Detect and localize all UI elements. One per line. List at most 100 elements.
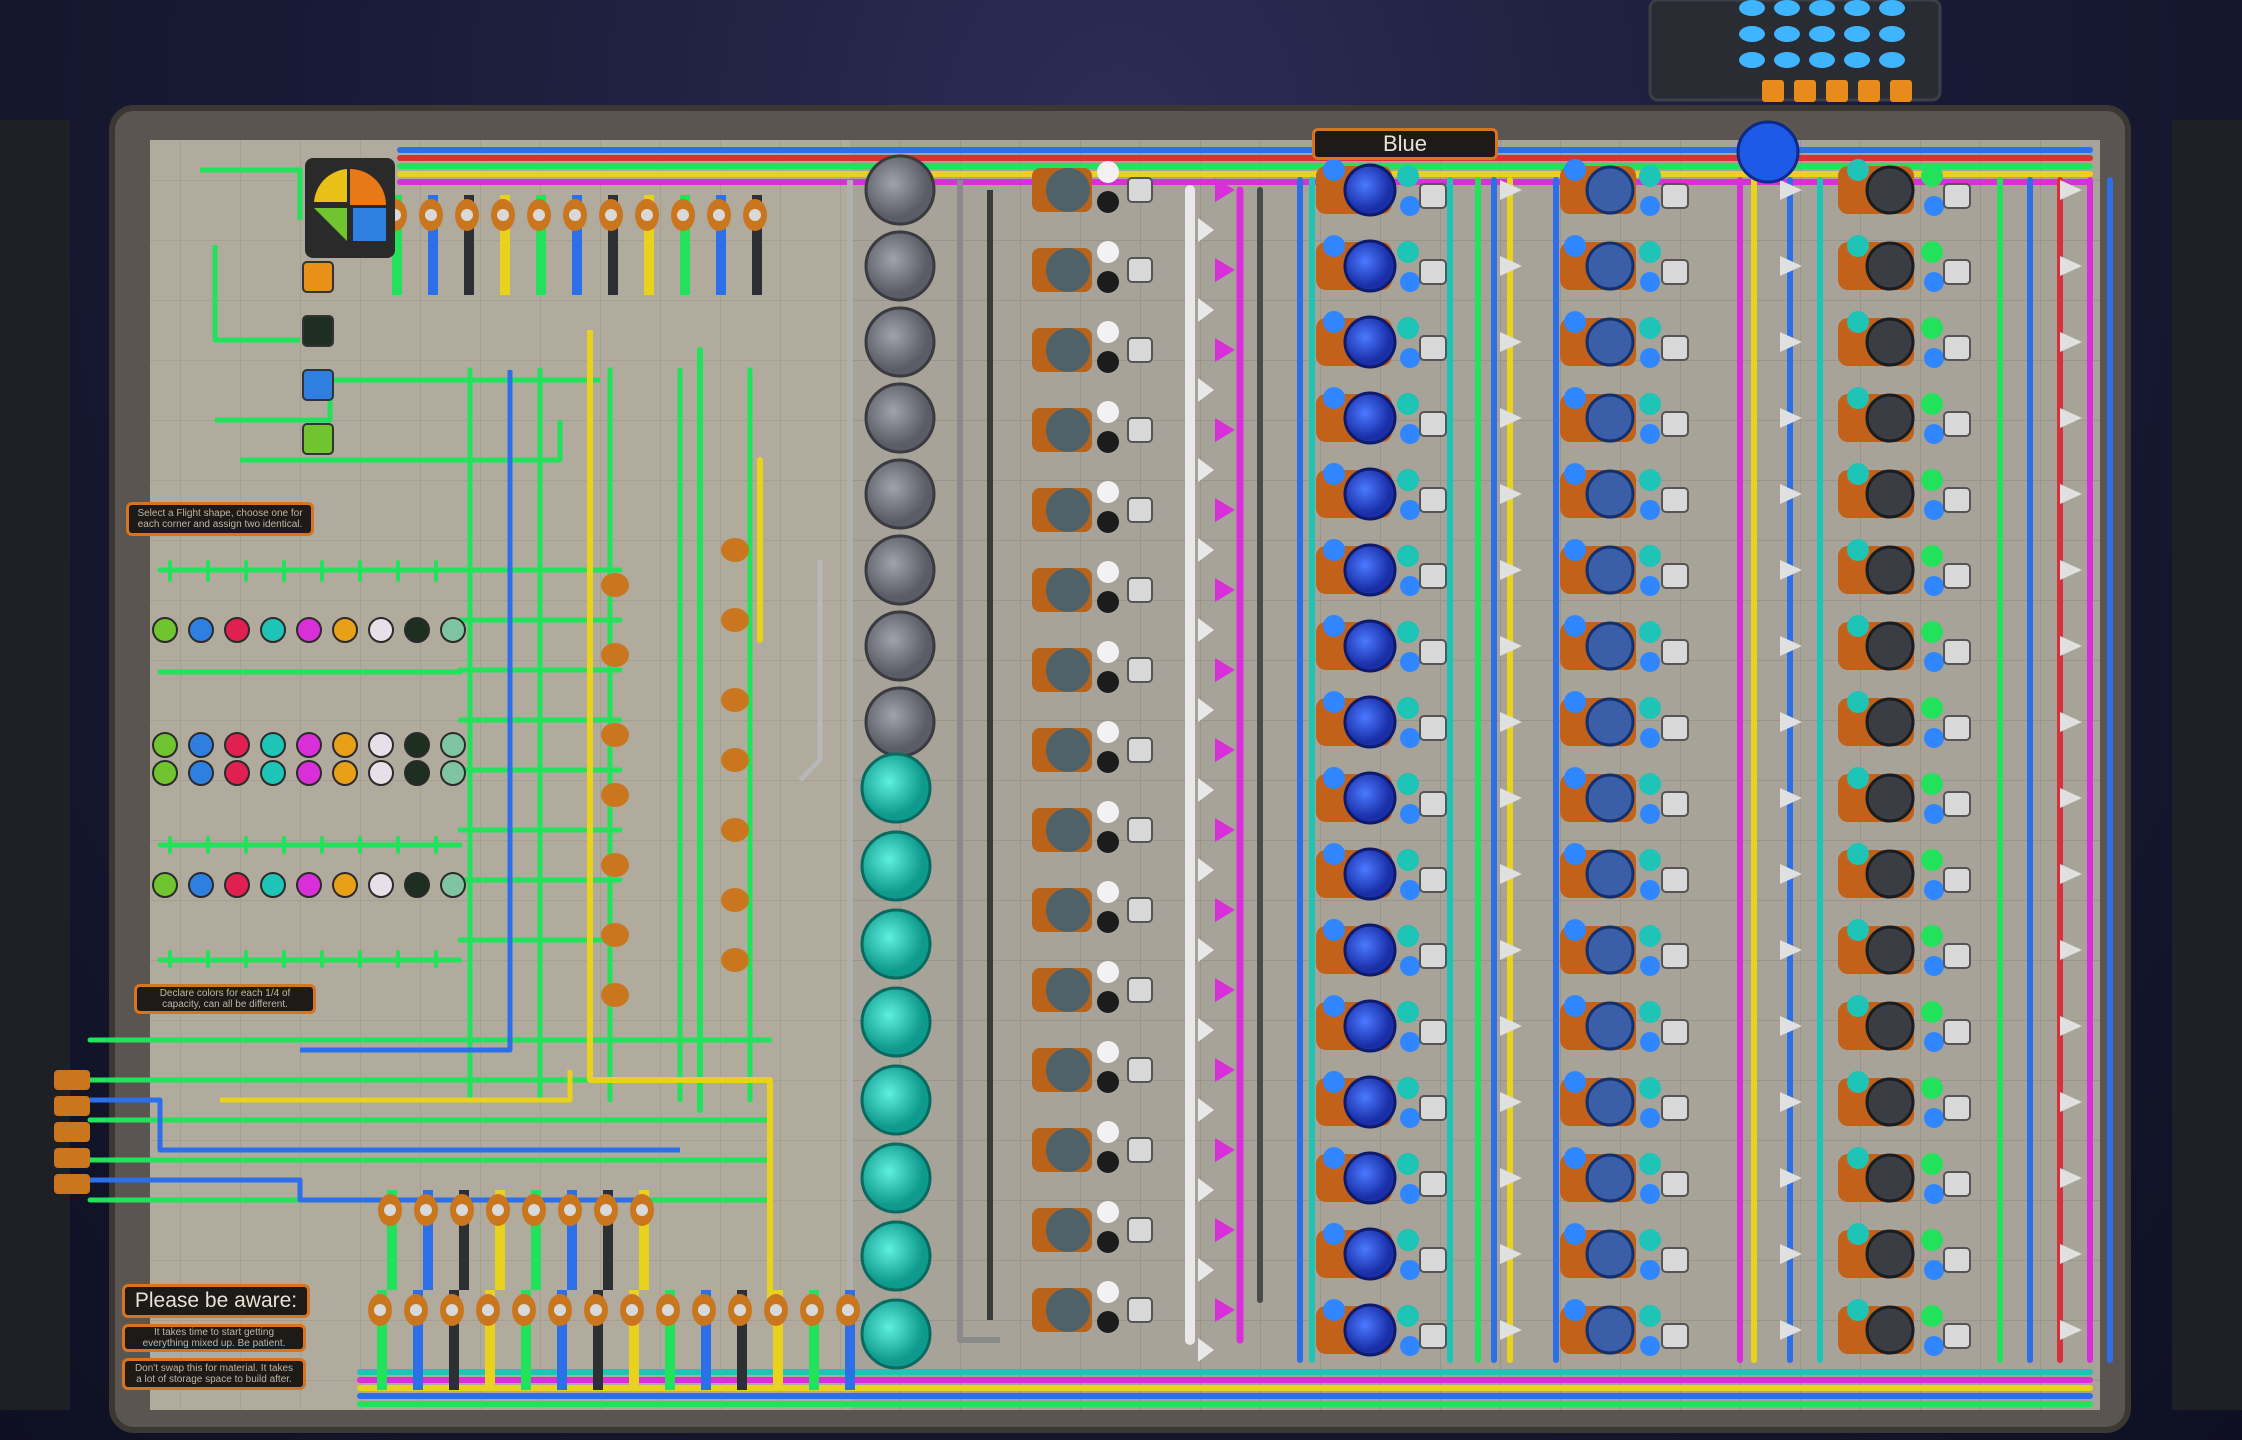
mixer-port	[1640, 1336, 1660, 1356]
mixer-core	[1046, 1288, 1090, 1332]
mixer-port	[1921, 165, 1943, 187]
splitter-gauge	[564, 1204, 576, 1216]
mixer-port	[1847, 843, 1869, 865]
shape-preview	[305, 158, 395, 258]
mixer-port	[1400, 1260, 1420, 1280]
filter-unit	[1943, 563, 1971, 589]
mixer-core	[1585, 1001, 1635, 1051]
splitter-gauge	[410, 1304, 422, 1316]
filter-unit	[1943, 639, 1971, 665]
splitter-gauge	[749, 209, 761, 221]
mixer-port	[1640, 956, 1660, 976]
mixer-port	[1397, 773, 1419, 795]
mixer-port	[1924, 272, 1944, 292]
mixer-core	[1343, 999, 1397, 1053]
filter-unit	[1661, 1247, 1689, 1273]
filter-unit	[1419, 791, 1447, 817]
color-swatch	[302, 261, 334, 293]
mixer-port	[1924, 196, 1944, 216]
splitter-gauge	[590, 1304, 602, 1316]
mixer-core	[1046, 408, 1090, 452]
mixer-core	[1865, 241, 1915, 291]
color-swatch	[302, 315, 334, 347]
mixer-port	[1397, 1153, 1419, 1175]
mixer-port	[1639, 469, 1661, 491]
mixer-port	[1639, 773, 1661, 795]
mixer-port	[1924, 348, 1944, 368]
mixer-core	[1046, 248, 1090, 292]
mixer-port	[1924, 652, 1944, 672]
indicator-light	[1844, 52, 1870, 68]
mixer-core	[1046, 488, 1090, 532]
mixer-core	[1865, 393, 1915, 443]
valve	[721, 948, 749, 972]
mixer-port	[1400, 1032, 1420, 1052]
paint-bulb	[404, 760, 430, 786]
output-port	[1890, 80, 1912, 102]
mixer-port	[1097, 1201, 1119, 1223]
mixer-port	[1097, 591, 1119, 613]
instruction-sign-middle-text: Declare colors for each 1/4 of capacity,…	[159, 988, 291, 1010]
splitter-gauge	[518, 1304, 530, 1316]
mixer-port	[1400, 652, 1420, 672]
filter-unit	[1943, 259, 1971, 285]
mixer-port	[1921, 1153, 1943, 1175]
filter-unit	[1419, 867, 1447, 893]
mixer-port	[1564, 767, 1586, 789]
mixer-port	[1397, 1305, 1419, 1327]
filter-unit	[1127, 337, 1153, 363]
inlet-port	[54, 1174, 90, 1194]
mixer-port	[1097, 991, 1119, 1013]
mixer-port	[1564, 235, 1586, 257]
mixer-port	[1323, 539, 1345, 561]
paint-bulb	[332, 872, 358, 898]
mixer-core	[1343, 619, 1397, 673]
color-swatch	[302, 369, 334, 401]
splitter-gauge	[698, 1304, 710, 1316]
mixer-port	[1097, 241, 1119, 263]
filter-unit	[1661, 715, 1689, 741]
mixer-port	[1400, 880, 1420, 900]
indicator-light	[1809, 0, 1835, 16]
indicator-light	[1739, 52, 1765, 68]
mixer-port	[1564, 843, 1586, 865]
filter-unit	[1127, 177, 1153, 203]
filter-unit	[1419, 1247, 1447, 1273]
mixer-port	[1397, 469, 1419, 491]
filter-unit	[1661, 259, 1689, 285]
splitter-gauge	[626, 1304, 638, 1316]
splitter-gauge	[533, 209, 545, 221]
indicator-light	[1774, 26, 1800, 42]
right-hull	[2172, 120, 2242, 1410]
filter-unit	[1127, 817, 1153, 843]
mixer-port	[1097, 961, 1119, 983]
filter-unit	[1661, 1095, 1689, 1121]
mixer-port	[1640, 196, 1660, 216]
indicator-light	[1774, 52, 1800, 68]
mixer-port	[1397, 621, 1419, 643]
paint-bulb	[224, 872, 250, 898]
mixer-port	[1323, 387, 1345, 409]
warning-note-2-text: Don't swap this for material. It takes a…	[134, 1363, 294, 1385]
mixer-port	[1400, 1108, 1420, 1128]
mixer-port	[1097, 831, 1119, 853]
mixer-core	[1865, 545, 1915, 595]
paint-bulb	[188, 617, 214, 643]
fluid-tank	[1736, 120, 1800, 184]
splitter-gauge	[374, 1304, 386, 1316]
filter-unit	[1419, 259, 1447, 285]
mixer-port	[1097, 321, 1119, 343]
mixer-port	[1400, 272, 1420, 292]
mixer-port	[1323, 843, 1345, 865]
mixer-port	[1847, 1147, 1869, 1169]
mixer-port	[1397, 1229, 1419, 1251]
filter-unit	[1419, 411, 1447, 437]
mixer-port	[1640, 880, 1660, 900]
filter-unit	[1943, 1323, 1971, 1349]
mixer-core	[1865, 925, 1915, 975]
mixer-port	[1097, 511, 1119, 533]
paint-bulb	[152, 732, 178, 758]
warning-heading-sign: Please be aware:	[122, 1284, 310, 1318]
splitter-gauge	[641, 209, 653, 221]
paint-bulb	[404, 732, 430, 758]
